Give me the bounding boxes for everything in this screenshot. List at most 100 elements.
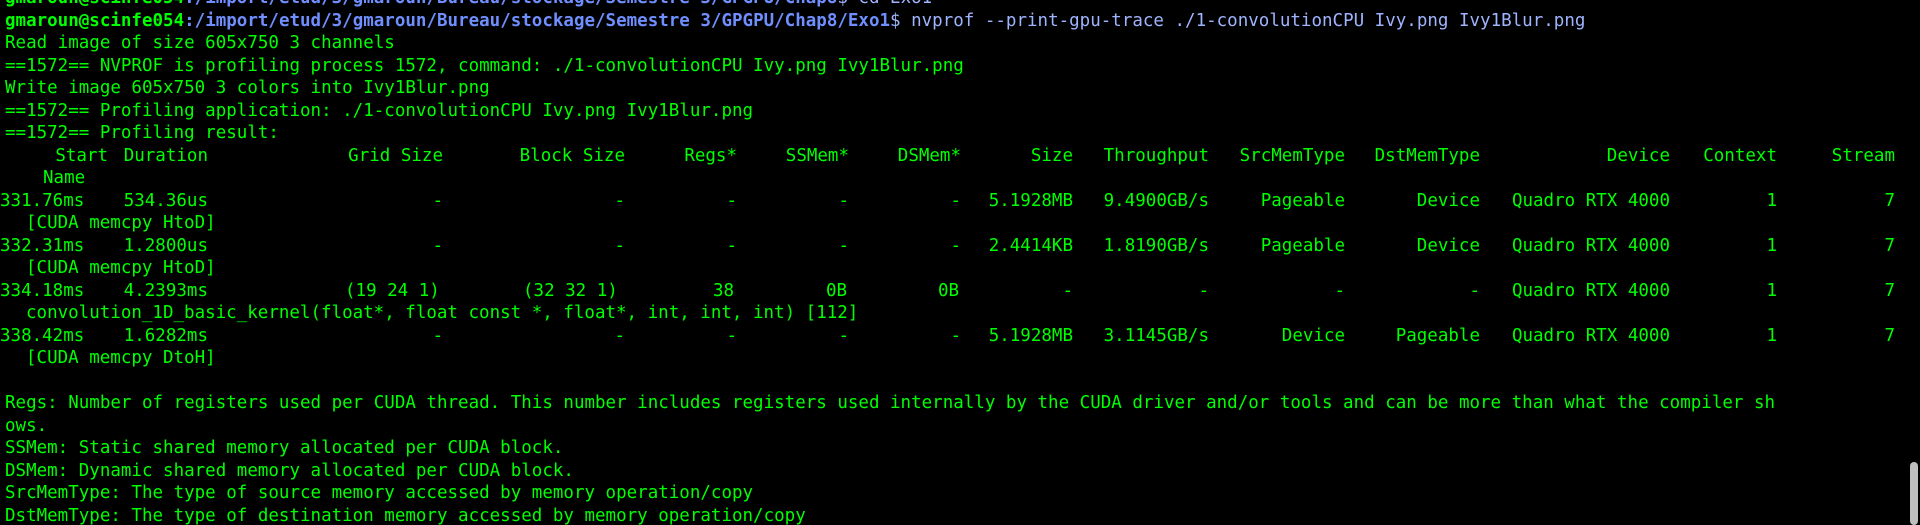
cell-ssmem: - (838, 190, 849, 211)
cell-context: 1 (1766, 280, 1777, 301)
cell-size: 5.1928MB (988, 190, 1073, 211)
col-header-name: Name (0, 167, 1904, 190)
cell-regs: - (726, 325, 737, 346)
cell-block-size: - (614, 325, 625, 346)
cell-grid-size: - (432, 190, 443, 211)
col-header-size: Size (1030, 145, 1073, 166)
vertical-scrollbar[interactable] (1904, 0, 1920, 525)
col-header-start: Start (55, 145, 108, 166)
cell-device: Quadro RTX 4000 (1511, 190, 1670, 211)
cell-duration: 1.2800us (123, 235, 208, 256)
col-header-device: Device (1606, 145, 1670, 166)
prompt-path: :/import/etud/3/gmaroun/Bureau/stockage/… (184, 10, 891, 31)
cell-duration: 534.36us (123, 190, 208, 211)
col-header-duration: Duration (123, 145, 208, 166)
cell-dsmem: - (950, 190, 961, 211)
col-header-context: Context (1703, 145, 1777, 166)
cell-dstmemtype: Device (1416, 190, 1480, 211)
cell-regs: - (726, 190, 737, 211)
scrollbar-thumb[interactable] (1910, 462, 1918, 525)
row-name: convolution_1D_basic_kernel(float*, floa… (0, 302, 1904, 325)
cell-throughput: 3.1145GB/s (1103, 325, 1209, 346)
output-line: Write image 605x750 3 colors into Ivy1Bl… (5, 78, 490, 98)
cell-device: Quadro RTX 4000 (1511, 235, 1670, 256)
cell-grid-size: - (432, 325, 443, 346)
cell-ssmem: - (838, 325, 849, 346)
legend-line: SSMem: Static shared memory allocated pe… (5, 438, 564, 458)
row-name: [CUDA memcpy HtoD] (0, 212, 1904, 235)
col-header-block-size: Block Size (519, 145, 625, 166)
cell-size: 5.1928MB (988, 325, 1073, 346)
cell-dsmem: - (950, 325, 961, 346)
cell-start: 338.42ms (0, 325, 85, 346)
table-row: 332.31ms 1.2800us - - - - - 2.4414KB 1.8… (0, 235, 1904, 258)
cell-block-size: - (614, 190, 625, 211)
col-header-dsmem: DSMem* (897, 145, 961, 166)
col-header-dstmemtype: DstMemType (1374, 145, 1480, 166)
legend-line: DSMem: Dynamic shared memory allocated p… (5, 460, 574, 481)
prompt-command: $ cd Exo1 (837, 0, 932, 8)
cell-device: Quadro RTX 4000 (1511, 325, 1670, 346)
cell-name: [CUDA memcpy DtoH] (26, 348, 216, 368)
col-header-srcmemtype: SrcMemType (1239, 145, 1345, 166)
terminal-window[interactable]: gmaroun@scinfe054:/import/etud/3/gmaroun… (0, 0, 1904, 525)
col-header-grid-size: Grid Size (348, 145, 443, 166)
cell-block-size: (32 32 1) (523, 280, 618, 301)
cell-duration: 4.2393ms (123, 280, 208, 301)
cell-stream: 7 (1884, 325, 1895, 346)
col-header-throughput: Throughput (1103, 145, 1209, 166)
cell-stream: 7 (1884, 190, 1895, 211)
cell-duration: 1.6282ms (123, 325, 208, 346)
table-row: 334.18ms 4.2393ms (19 24 1) (32 32 1) 38… (0, 280, 1904, 303)
row-name: [CUDA memcpy DtoH] (0, 347, 1904, 370)
prompt-user-host: gmaroun@scinfe054 (5, 0, 184, 8)
col-header-stream: Stream (1831, 145, 1895, 166)
output-line: ==1572== NVPROF is profiling process 157… (5, 55, 964, 76)
cell-start: 331.76ms (0, 190, 85, 211)
cell-name: convolution_1D_basic_kernel(float*, floa… (26, 303, 859, 323)
legend-line: ows. (5, 415, 48, 436)
row-name: [CUDA memcpy HtoD] (0, 257, 1904, 280)
cell-start: 334.18ms (0, 280, 85, 301)
cell-stream: 7 (1884, 280, 1895, 301)
cell-regs: - (726, 235, 737, 256)
table-row: 331.76ms 534.36us - - - - - 5.1928MB 9.4… (0, 190, 1904, 213)
cell-ssmem: 0B (826, 280, 848, 301)
table-row: 338.42ms 1.6282ms - - - - - 5.1928MB 3.1… (0, 325, 1904, 348)
prompt-path: :/import/etud/3/gmaroun/Bureau/stockage/… (184, 0, 837, 8)
cell-dstmemtype: - (1469, 280, 1480, 301)
prompt-line: gmaroun@scinfe054:/import/etud/3/gmaroun… (0, 10, 1904, 33)
output-line: Read image of size 605x750 3 channels (5, 33, 395, 53)
cell-regs: 38 (713, 280, 735, 301)
cell-throughput: 9.4900GB/s (1103, 190, 1209, 211)
cell-srcmemtype: - (1334, 280, 1345, 301)
col-header-name-label: Name (43, 168, 86, 188)
cell-dstmemtype: Pageable (1395, 325, 1480, 346)
cell-size: - (1062, 280, 1073, 301)
cell-stream: 7 (1884, 235, 1895, 256)
cell-size: 2.4414KB (988, 235, 1073, 256)
cell-srcmemtype: Device (1281, 325, 1345, 346)
cell-context: 1 (1766, 325, 1777, 346)
prompt-line-previous: gmaroun@scinfe054:/import/etud/3/gmaroun… (0, 0, 1904, 10)
cell-throughput: - (1198, 280, 1209, 301)
legend-line: Regs: Number of registers used per CUDA … (5, 393, 1776, 413)
legend-line: SrcMemType: The type of source memory ac… (5, 483, 754, 503)
cell-srcmemtype: Pageable (1260, 235, 1345, 256)
cell-name: [CUDA memcpy HtoD] (26, 213, 216, 233)
output-line: ==1572== Profiling application: ./1-conv… (5, 100, 754, 121)
col-header-regs: Regs* (684, 145, 737, 166)
cell-start: 332.31ms (0, 235, 85, 256)
cell-dstmemtype: Device (1416, 235, 1480, 256)
prompt-command: $ nvprof --print-gpu-trace ./1-convoluti… (890, 10, 1586, 31)
legend-line: DstMemType: The type of destination memo… (5, 505, 806, 525)
cell-context: 1 (1766, 190, 1777, 211)
cell-name: [CUDA memcpy HtoD] (26, 258, 216, 278)
col-header-ssmem: SSMem* (785, 145, 849, 166)
cell-ssmem: - (838, 235, 849, 256)
cell-device: Quadro RTX 4000 (1511, 280, 1670, 301)
cell-srcmemtype: Pageable (1260, 190, 1345, 211)
cell-dsmem: - (950, 235, 961, 256)
output-line: ==1572== Profiling result: (5, 123, 279, 143)
